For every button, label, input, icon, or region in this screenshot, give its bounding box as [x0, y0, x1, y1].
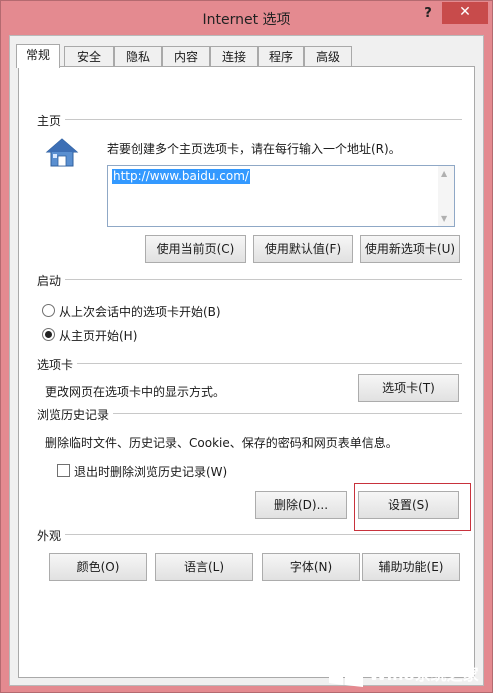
startup-section-label: 启动 — [37, 272, 66, 289]
tab-connections[interactable]: 连接 — [210, 46, 258, 68]
appearance-section-divider — [49, 534, 462, 535]
close-button[interactable]: ✕ — [442, 2, 488, 24]
scroll-down-icon[interactable]: ▼ — [441, 214, 447, 223]
watermark: Win8系统之家 — [317, 653, 491, 691]
url-scrollbar[interactable]: ▲ ▼ — [438, 166, 454, 226]
home-page-url-textarea[interactable]: http://www.baidu.com/ ▲ ▼ — [107, 165, 455, 227]
windows-logo-icon — [329, 657, 363, 687]
history-section-label: 浏览历史记录 — [37, 406, 114, 423]
delete-history-on-exit-label[interactable]: 退出时删除浏览历史记录(W) — [74, 463, 227, 480]
home-instruction: 若要创建多个主页选项卡，请在每行输入一个地址(R)。 — [107, 142, 401, 156]
startup-last-session-label[interactable]: 从上次会话中的选项卡开始(B) — [59, 303, 221, 320]
title-bar[interactable]: Internet 选项 ? ✕ — [1, 1, 492, 35]
use-current-button[interactable]: 使用当前页(C) — [145, 235, 246, 263]
startup-home-label[interactable]: 从主页开始(H) — [59, 327, 137, 344]
watermark-text: Win8系统之家 — [369, 665, 479, 684]
use-default-button[interactable]: 使用默认值(F) — [253, 235, 353, 263]
startup-home-radio[interactable] — [42, 328, 55, 341]
tab-programs[interactable]: 程序 — [258, 46, 304, 68]
fonts-button[interactable]: 字体(N) — [262, 553, 360, 581]
colors-button[interactable]: 颜色(O) — [49, 553, 147, 581]
startup-last-session-radio[interactable] — [42, 304, 55, 317]
tab-privacy[interactable]: 隐私 — [114, 46, 162, 68]
tabs-section-divider — [49, 363, 462, 364]
languages-button[interactable]: 语言(L) — [155, 553, 253, 581]
history-description: 删除临时文件、历史记录、Cookie、保存的密码和网页表单信息。 — [45, 436, 398, 450]
accessibility-button[interactable]: 辅助功能(E) — [362, 553, 460, 581]
home-page-url-value: http://www.baidu.com/ — [112, 169, 250, 184]
internet-options-window: Internet 选项 ? ✕ 常规 安全 隐私 内容 连接 程序 高级 主页 … — [0, 0, 493, 693]
home-icon — [45, 138, 79, 167]
tabs-section-label: 选项卡 — [37, 356, 78, 373]
scroll-up-icon[interactable]: ▲ — [441, 169, 447, 178]
home-section-label: 主页 — [37, 112, 66, 129]
settings-highlight-annotation — [354, 483, 471, 531]
tab-content[interactable]: 内容 — [162, 46, 210, 68]
tabs-button[interactable]: 选项卡(T) — [358, 374, 459, 402]
home-section-divider — [49, 119, 462, 120]
startup-section-divider — [49, 279, 462, 280]
tab-general[interactable]: 常规 — [16, 44, 60, 68]
general-tab-panel: 主页 若要创建多个主页选项卡，请在每行输入一个地址(R)。 http://www… — [18, 66, 475, 678]
tabs-description: 更改网页在选项卡中的显示方式。 — [45, 385, 226, 399]
tab-security[interactable]: 安全 — [64, 46, 114, 68]
delete-history-button[interactable]: 删除(D)... — [255, 491, 347, 519]
tab-advanced[interactable]: 高级 — [304, 46, 352, 68]
help-button[interactable]: ? — [417, 4, 439, 24]
dialog-client-area: 常规 安全 隐私 内容 连接 程序 高级 主页 若要创建多个主页选项卡，请在每行… — [9, 35, 484, 686]
use-new-tab-button[interactable]: 使用新选项卡(U) — [360, 235, 460, 263]
appearance-section-label: 外观 — [37, 527, 66, 544]
delete-history-on-exit-checkbox[interactable] — [57, 464, 70, 477]
